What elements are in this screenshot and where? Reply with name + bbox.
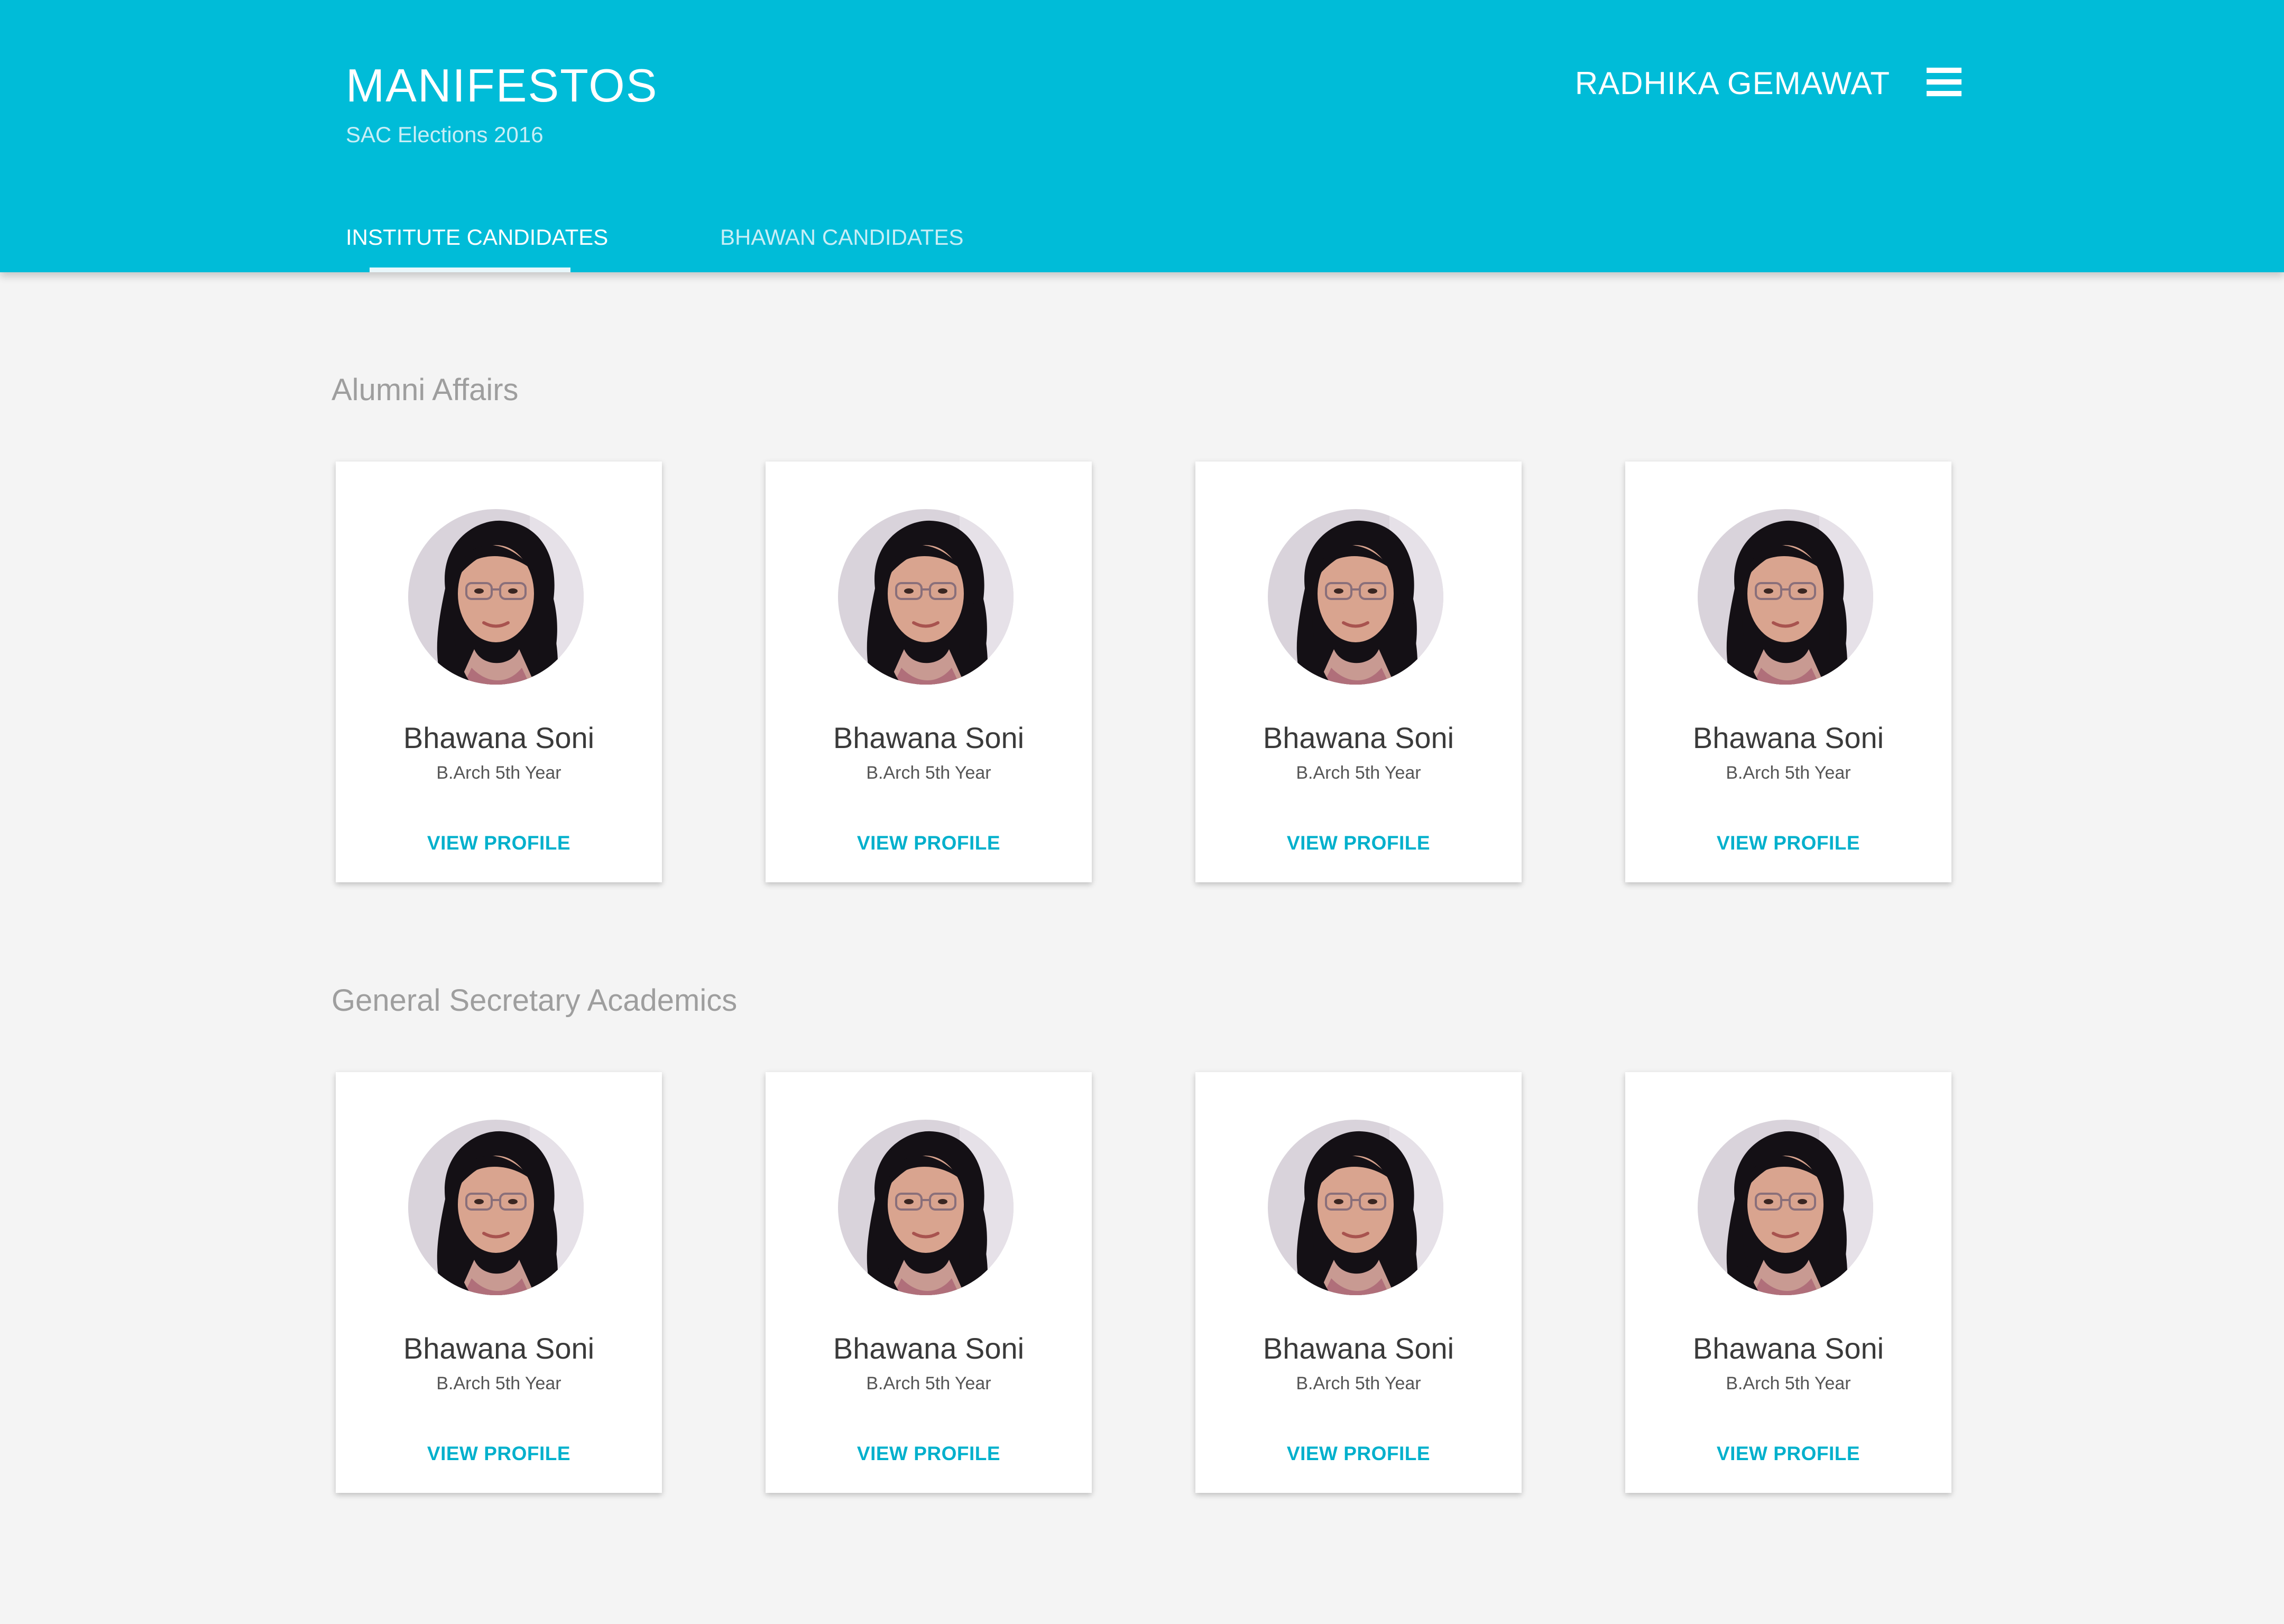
avatar	[408, 1120, 584, 1295]
candidate-name: Bhawana Soni	[403, 721, 595, 754]
candidate-name: Bhawana Soni	[833, 1332, 1025, 1365]
avatar	[1268, 509, 1443, 685]
avatar	[1268, 1120, 1443, 1295]
candidate-year: B.Arch 5th Year	[436, 1373, 561, 1394]
page-title: MANIFESTOS	[346, 59, 658, 112]
avatar	[408, 509, 584, 685]
candidate-year: B.Arch 5th Year	[1726, 763, 1851, 783]
user-name[interactable]: RADHIKA GEMAWAT	[1575, 68, 1890, 99]
candidate-card: Bhawana Soni B.Arch 5th Year VIEW PROFIL…	[1625, 462, 1951, 882]
hamburger-menu-icon[interactable]	[1927, 68, 1961, 96]
avatar	[838, 509, 1014, 685]
candidate-name: Bhawana Soni	[403, 1332, 595, 1365]
avatar	[1698, 1120, 1873, 1295]
candidate-year: B.Arch 5th Year	[866, 1373, 991, 1394]
candidate-year: B.Arch 5th Year	[436, 763, 561, 783]
app-header: MANIFESTOS SAC Elections 2016 RADHIKA GE…	[0, 0, 2284, 272]
candidate-year: B.Arch 5th Year	[1296, 763, 1421, 783]
avatar	[1698, 509, 1873, 685]
avatar	[838, 1120, 1014, 1295]
candidate-name: Bhawana Soni	[1263, 1332, 1454, 1365]
candidate-card: Bhawana Soni B.Arch 5th Year VIEW PROFIL…	[1195, 462, 1522, 882]
candidate-year: B.Arch 5th Year	[1296, 1373, 1421, 1394]
tab-bhawan-candidates[interactable]: BHAWAN CANDIDATES	[720, 226, 963, 248]
candidate-card: Bhawana Soni B.Arch 5th Year VIEW PROFIL…	[766, 462, 1092, 882]
view-profile-button[interactable]: VIEW PROFILE	[1195, 833, 1522, 853]
active-tab-indicator	[370, 267, 570, 272]
candidate-year: B.Arch 5th Year	[866, 763, 991, 783]
view-profile-button[interactable]: VIEW PROFILE	[336, 1444, 662, 1463]
section-title-alumni-affairs: Alumni Affairs	[331, 373, 519, 407]
candidate-card: Bhawana Soni B.Arch 5th Year VIEW PROFIL…	[336, 462, 662, 882]
view-profile-button[interactable]: VIEW PROFILE	[336, 833, 662, 853]
tab-institute-candidates[interactable]: INSTITUTE CANDIDATES	[346, 226, 608, 248]
section-title-general-secretary-academics: General Secretary Academics	[331, 983, 738, 1018]
view-profile-button[interactable]: VIEW PROFILE	[1625, 833, 1951, 853]
candidate-name: Bhawana Soni	[1263, 721, 1454, 754]
candidate-card: Bhawana Soni B.Arch 5th Year VIEW PROFIL…	[336, 1072, 662, 1493]
candidate-name: Bhawana Soni	[833, 721, 1025, 754]
view-profile-button[interactable]: VIEW PROFILE	[766, 1444, 1092, 1463]
view-profile-button[interactable]: VIEW PROFILE	[1625, 1444, 1951, 1463]
candidate-name: Bhawana Soni	[1692, 1332, 1884, 1365]
view-profile-button[interactable]: VIEW PROFILE	[766, 833, 1092, 853]
candidate-card: Bhawana Soni B.Arch 5th Year VIEW PROFIL…	[1625, 1072, 1951, 1493]
page-subtitle: SAC Elections 2016	[346, 122, 544, 147]
candidate-card: Bhawana Soni B.Arch 5th Year VIEW PROFIL…	[766, 1072, 1092, 1493]
candidate-name: Bhawana Soni	[1692, 721, 1884, 754]
candidate-year: B.Arch 5th Year	[1726, 1373, 1851, 1394]
view-profile-button[interactable]: VIEW PROFILE	[1195, 1444, 1522, 1463]
candidate-card: Bhawana Soni B.Arch 5th Year VIEW PROFIL…	[1195, 1072, 1522, 1493]
